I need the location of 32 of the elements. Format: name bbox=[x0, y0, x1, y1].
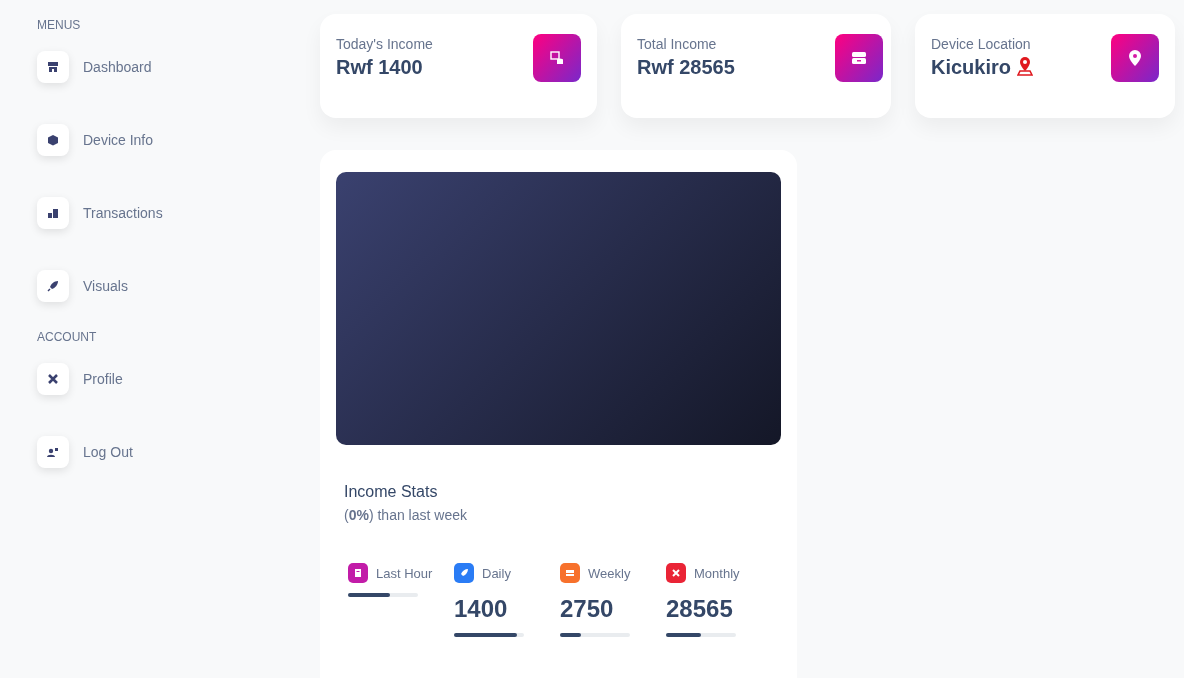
card-title: Device Location bbox=[931, 36, 1032, 52]
document-icon bbox=[353, 568, 363, 578]
card-title: Today's Income bbox=[336, 36, 433, 52]
nav-item[interactable]: Visuals bbox=[37, 269, 132, 303]
section-heading: MENUS bbox=[37, 17, 82, 34]
nav-item[interactable]: Dashboard bbox=[37, 50, 156, 84]
nav-item[interactable]: Log Out bbox=[37, 435, 137, 469]
card-value: Rwf 1400 bbox=[336, 56, 423, 79]
location-pin-icon bbox=[1129, 50, 1141, 66]
card-icon bbox=[852, 52, 866, 64]
card-value: Rwf 28565 bbox=[637, 56, 735, 79]
stat-label: Daily bbox=[482, 565, 511, 581]
stat-label: Monthly bbox=[694, 565, 740, 581]
card-title: Total Income bbox=[637, 36, 718, 52]
box-icon bbox=[47, 134, 59, 146]
card-icon bbox=[565, 568, 575, 578]
building-icon bbox=[47, 207, 59, 219]
stat-label: Weekly bbox=[588, 565, 631, 581]
nav-item[interactable]: Profile bbox=[37, 362, 127, 396]
subtitle: (0%) than last week bbox=[344, 507, 468, 523]
nav-item[interactable]: Transactions bbox=[37, 196, 167, 230]
stat-value: 1400 bbox=[454, 595, 509, 623]
nav-item[interactable]: Device Info bbox=[37, 123, 158, 157]
stat-label: Last Hour bbox=[376, 565, 433, 581]
map-pin-icon bbox=[1017, 55, 1034, 76]
stat-value: 2750 bbox=[560, 595, 615, 623]
card-value: Kicukiro bbox=[931, 56, 1012, 79]
user-icon bbox=[47, 446, 59, 458]
section-heading: ACCOUNT bbox=[37, 329, 98, 346]
store-icon bbox=[47, 61, 59, 73]
stat-value: 28565 bbox=[666, 595, 734, 623]
section-title: Income Stats bbox=[344, 483, 438, 501]
